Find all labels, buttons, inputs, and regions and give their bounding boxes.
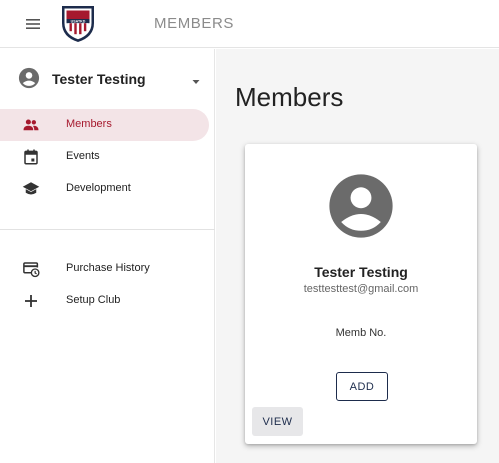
member-email: testtesttest@gmail.com (303, 283, 419, 295)
account-circle-icon (328, 173, 394, 239)
account-circle-icon (18, 67, 40, 89)
usatkd-logo[interactable]: USATKD (56, 1, 100, 45)
member-name: Tester Testing (314, 264, 408, 280)
sidebar-item-label: Development (66, 182, 131, 194)
sidebar-item-purchase-history[interactable]: Purchase History (0, 253, 209, 285)
logo-text: USATKD (71, 19, 86, 23)
calendar-icon (22, 148, 40, 166)
sidebar-item-setup-club[interactable]: Setup Club (0, 285, 209, 317)
graduation-cap-icon (22, 180, 40, 198)
membership-number-label: Memb No. (335, 327, 387, 339)
sidebar-item-label: Members (66, 118, 112, 130)
user-name: Tester Testing (52, 71, 146, 87)
sidebar-item-members[interactable]: Members (0, 109, 209, 141)
top-app-bar: USATKD MEMBERS (0, 0, 499, 48)
caret-down-icon[interactable] (191, 74, 201, 84)
main-content: Members Tester Testing testtesttest@gmai… (216, 49, 499, 463)
add-button[interactable]: ADD (336, 372, 388, 401)
sidebar: Tester Testing Members Events Developmen… (0, 49, 215, 463)
sidebar-divider (0, 229, 215, 230)
app-bar-title: MEMBERS (154, 15, 235, 32)
sidebar-item-development[interactable]: Development (0, 173, 209, 205)
user-account-selector[interactable]: Tester Testing (0, 61, 215, 97)
member-card: Tester Testing testtesttest@gmail.com Me… (245, 144, 477, 444)
sidebar-item-label: Purchase History (66, 262, 150, 274)
sidebar-item-events[interactable]: Events (0, 141, 209, 173)
view-button[interactable]: VIEW (252, 407, 303, 436)
card-history-icon (22, 260, 40, 278)
page-title: Members (235, 82, 344, 112)
sidebar-item-label: Setup Club (66, 294, 121, 306)
people-icon (22, 116, 40, 134)
hamburger-menu-icon[interactable] (24, 15, 42, 33)
sidebar-item-label: Events (66, 150, 100, 162)
plus-icon (22, 292, 40, 310)
